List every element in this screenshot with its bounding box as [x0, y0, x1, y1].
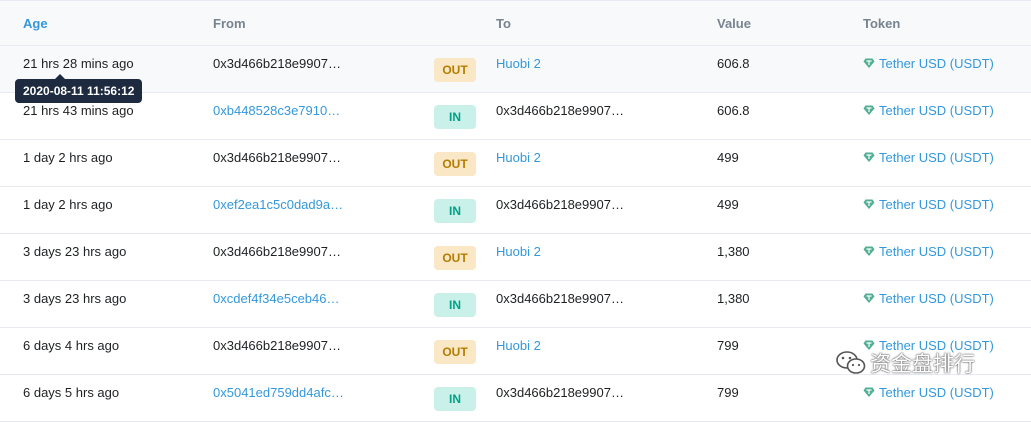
table-row: 1 day 2 hrs ago 0x3d466b218e9907… OUT Huobi…: [0, 140, 1031, 187]
token-label: Tether USD (USDT): [879, 149, 994, 165]
token-link[interactable]: Tether USD (USDT): [863, 134, 994, 180]
value-cell: 606.8: [717, 102, 750, 118]
value-cell: 799: [717, 384, 739, 400]
token-label: Tether USD (USDT): [879, 384, 994, 400]
to-address: 0x3d466b218e9907…: [496, 384, 624, 400]
table-row: 21 hrs 43 mins ago 0xb448528c3e7910… IN 0x3…: [0, 93, 1031, 140]
value-cell: 499: [717, 196, 739, 212]
column-header-value: Value: [717, 15, 751, 31]
to-address[interactable]: Huobi 2: [496, 228, 541, 274]
token-link[interactable]: Tether USD (USDT): [863, 87, 994, 133]
from-address[interactable]: 0xb448528c3e7910…: [213, 87, 340, 133]
token-label: Tether USD (USDT): [879, 290, 994, 306]
tether-diamond-icon: [863, 152, 875, 162]
to-address: 0x3d466b218e9907…: [496, 102, 624, 118]
table-row: 3 days 23 hrs ago 0x3d466b218e9907… OUT Huo…: [0, 234, 1031, 281]
direction-cell: IN: [434, 181, 476, 227]
token-label: Tether USD (USDT): [879, 196, 994, 212]
from-address[interactable]: 0xef2ea1c5c0dad9a…: [213, 181, 343, 227]
from-address[interactable]: 0xcdef4f34e5ceb46…: [213, 275, 339, 321]
direction-cell: OUT: [434, 134, 476, 180]
direction-cell: OUT: [434, 228, 476, 274]
from-address: 0x3d466b218e9907…: [213, 337, 341, 353]
age-cell[interactable]: 1 day 2 hrs ago: [23, 134, 113, 180]
watermark: 资金盘排行: [836, 348, 975, 378]
tether-diamond-icon: [863, 387, 875, 397]
column-header-to: To: [496, 15, 511, 31]
tether-diamond-icon: [863, 105, 875, 115]
token-link[interactable]: Tether USD (USDT): [863, 275, 994, 321]
direction-badge: IN: [434, 199, 476, 223]
age-cell[interactable]: 6 days 4 hrs ago: [23, 322, 119, 368]
tether-diamond-icon: [863, 246, 875, 256]
wechat-icon: [836, 351, 866, 374]
token-label: Tether USD (USDT): [879, 243, 994, 259]
direction-badge: IN: [434, 387, 476, 411]
token-link[interactable]: Tether USD (USDT): [863, 40, 994, 86]
direction-cell: OUT: [434, 40, 476, 86]
tether-diamond-icon: [863, 199, 875, 209]
age-cell[interactable]: 1 day 2 hrs ago: [23, 181, 113, 227]
from-address: 0x3d466b218e9907…: [213, 55, 341, 71]
age-cell[interactable]: 3 days 23 hrs ago: [23, 275, 126, 321]
direction-cell: IN: [434, 369, 476, 415]
value-cell: 606.8: [717, 55, 750, 71]
age-timestamp-tooltip: 2020-08-11 11:56:12: [15, 74, 143, 103]
token-link[interactable]: Tether USD (USDT): [863, 228, 994, 274]
table-row: 1 day 2 hrs ago 0xef2ea1c5c0dad9a… IN 0x3d4…: [0, 187, 1031, 234]
age-cell[interactable]: 3 days 23 hrs ago: [23, 228, 126, 274]
table-row: 3 days 23 hrs ago 0xcdef4f34e5ceb46… IN 0x3…: [0, 281, 1031, 328]
direction-badge: OUT: [434, 58, 476, 82]
to-address[interactable]: Huobi 2: [496, 134, 541, 180]
value-cell: 1,380: [717, 290, 750, 306]
token-link[interactable]: Tether USD (USDT): [863, 181, 994, 227]
direction-cell: IN: [434, 275, 476, 321]
to-address[interactable]: Huobi 2: [496, 40, 541, 86]
value-cell: 1,380: [717, 243, 750, 259]
table-row: 21 hrs 28 mins ago 0x3d466b218e9907… OUT Hu…: [0, 46, 1031, 93]
column-header-from: From: [213, 15, 246, 31]
from-address[interactable]: 0x5041ed759dd4afc…: [213, 369, 344, 415]
tether-diamond-icon: [863, 58, 875, 68]
token-label: Tether USD (USDT): [879, 55, 994, 71]
value-cell: 799: [717, 337, 739, 353]
direction-badge: OUT: [434, 340, 476, 364]
direction-badge: IN: [434, 293, 476, 317]
from-address: 0x3d466b218e9907…: [213, 243, 341, 259]
from-address: 0x3d466b218e9907…: [213, 149, 341, 165]
direction-badge: OUT: [434, 152, 476, 176]
direction-badge: IN: [434, 105, 476, 129]
table-row: 6 days 5 hrs ago 0x5041ed759dd4afc… IN 0x3d…: [0, 375, 1031, 422]
tether-diamond-icon: [863, 293, 875, 303]
direction-cell: OUT: [434, 322, 476, 368]
watermark-text: 资金盘排行: [870, 353, 975, 376]
to-address: 0x3d466b218e9907…: [496, 196, 624, 212]
to-address[interactable]: Huobi 2: [496, 322, 541, 368]
direction-badge: OUT: [434, 246, 476, 270]
value-cell: 499: [717, 149, 739, 165]
token-label: Tether USD (USDT): [879, 102, 994, 118]
column-header-age[interactable]: Age: [23, 1, 48, 45]
to-address: 0x3d466b218e9907…: [496, 290, 624, 306]
age-cell[interactable]: 6 days 5 hrs ago: [23, 369, 119, 415]
column-header-token: Token: [863, 15, 901, 31]
direction-cell: IN: [434, 87, 476, 133]
